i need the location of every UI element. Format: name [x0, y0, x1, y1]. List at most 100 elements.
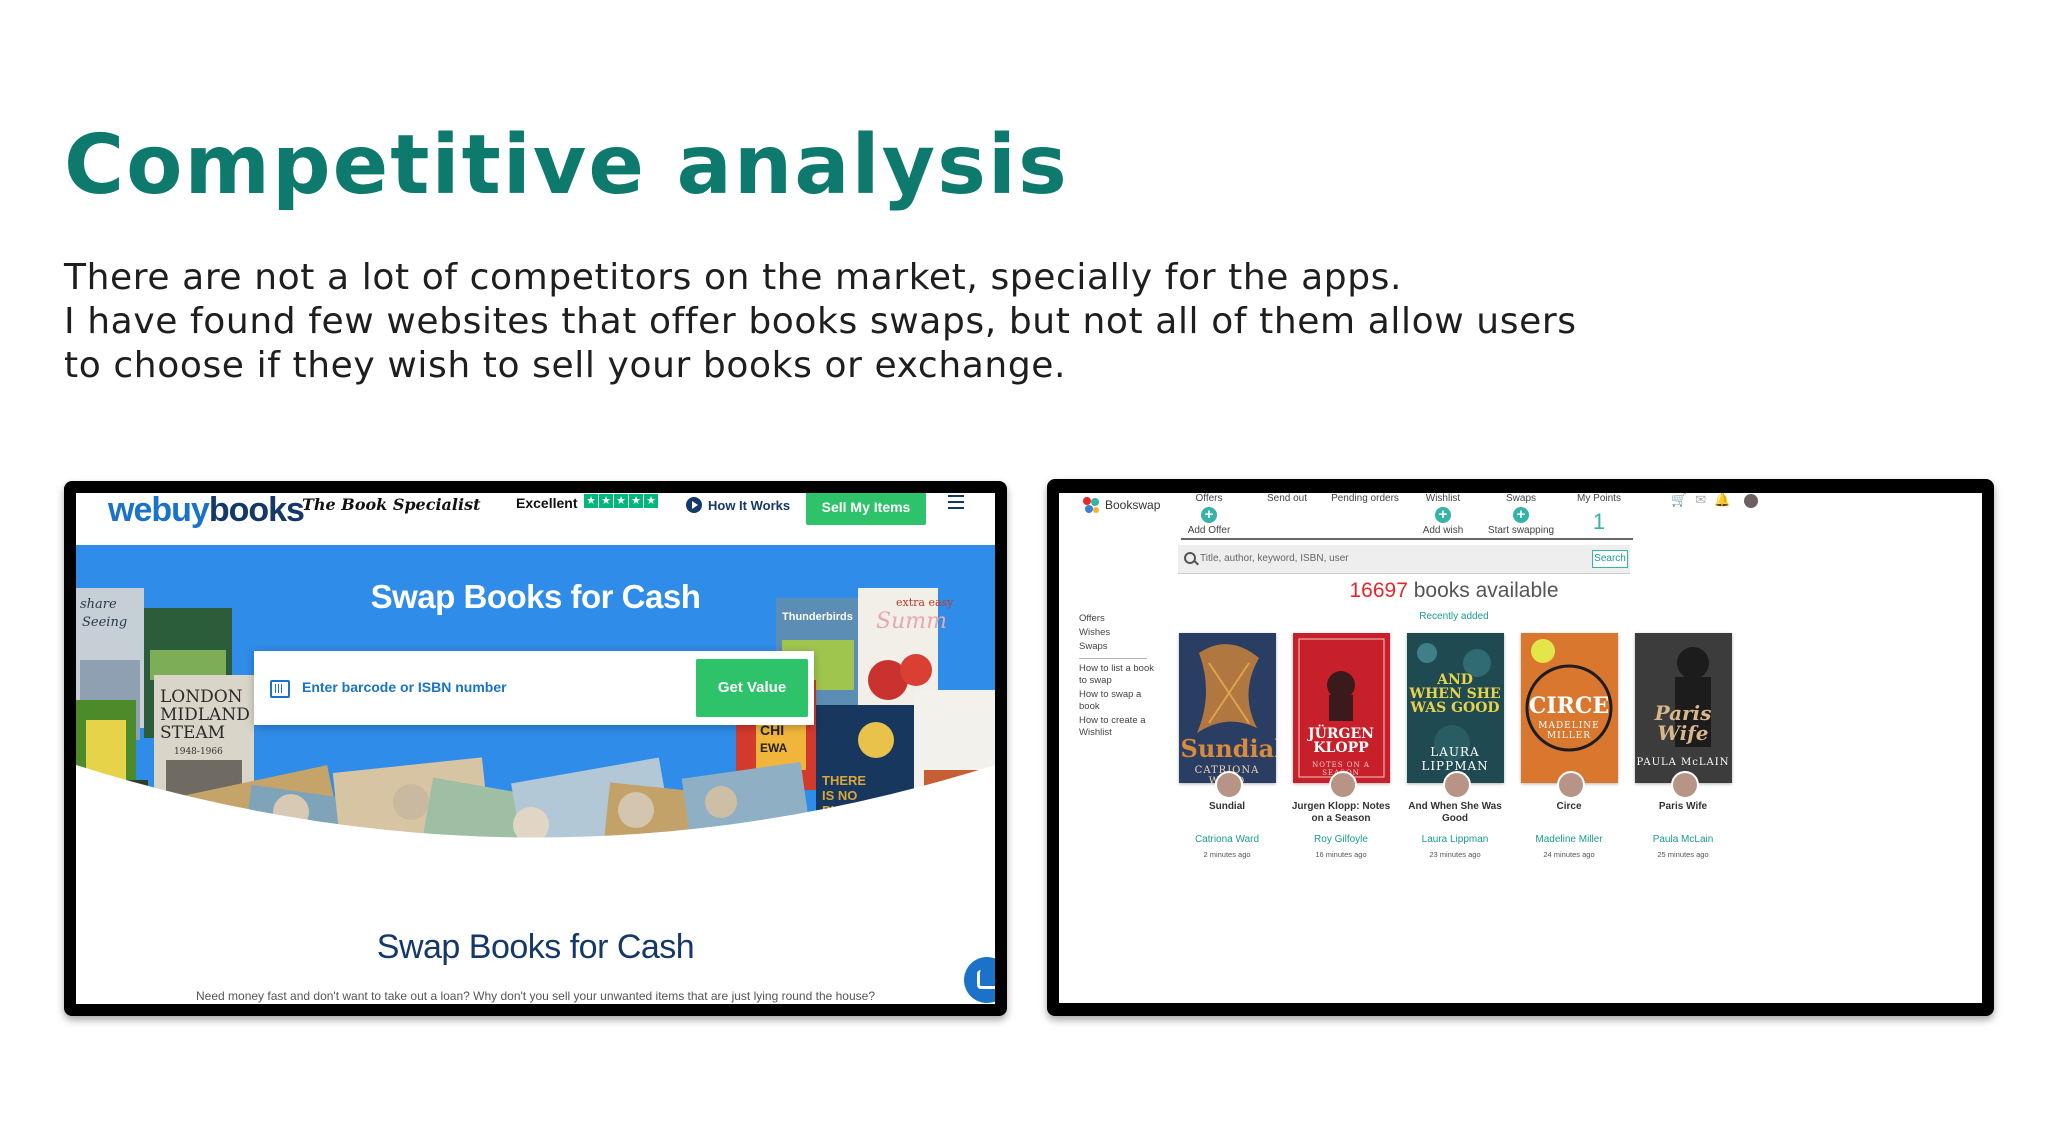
add-offer-icon[interactable]: + [1201, 507, 1217, 523]
barcode-search-input[interactable]: Enter barcode or ISBN number [302, 679, 507, 695]
top-right-icons: 🛒 ✉ 🔔 [1671, 493, 1759, 508]
sell-my-items-button[interactable]: Sell My Items [806, 493, 926, 525]
book-added-time: 23 minutes ago [1429, 850, 1481, 859]
barcode-search-box: Enter barcode or ISBN number Get Value [254, 651, 814, 725]
book-cover-image[interactable]: CIRCE MADELINE MILLER [1520, 633, 1618, 783]
webuybooks-logo[interactable]: webuybooks [108, 493, 305, 530]
logo-tagline: The Book Specialist [302, 495, 481, 514]
book-author[interactable]: Roy Gilfoyle [1285, 834, 1397, 845]
hero-title: Swap Books for Cash [370, 578, 701, 615]
add-offer-label[interactable]: Add Offer [1159, 525, 1259, 536]
bookswap-screenshot-frame: Bookswap Offers + Add Offer Send out Pen… [1047, 479, 1994, 1016]
trustpilot-stars: ★ ★ ★ ★ ★ [584, 494, 658, 508]
section-title: Swap Books for Cash [376, 928, 695, 966]
bookswap-logo-icon[interactable] [1081, 495, 1101, 515]
book-added-time: 24 minutes ago [1543, 850, 1595, 859]
books-available-count: 16697 books available [1059, 579, 1849, 603]
section-text: Need money fast and don't want to take o… [196, 989, 875, 1003]
cover-title: JÜRGEN KLOPP [1308, 726, 1374, 756]
how-it-works-link[interactable]: How It Works [686, 497, 790, 513]
cart-icon[interactable]: 🛒 [1671, 493, 1687, 508]
book-added-time: 16 minutes ago [1315, 850, 1367, 859]
message-icon[interactable]: ✉ [1695, 493, 1706, 508]
user-avatar[interactable] [1744, 493, 1759, 508]
book-author[interactable]: Madeline Miller [1513, 834, 1625, 845]
intro-line: There are not a lot of competitors on th… [64, 257, 1403, 298]
svg-text:MIDLAND: MIDLAND [160, 705, 250, 725]
bell-icon[interactable]: 🔔 [1714, 493, 1730, 508]
sidebar-item-offers[interactable]: Offers [1079, 612, 1159, 626]
svg-text:IS NO: IS NO [822, 788, 857, 803]
sidebar-divider [1079, 658, 1147, 659]
bookswap-search-bar: Title, author, keyword, ISBN, user Searc… [1178, 545, 1630, 574]
book-card[interactable]: JÜRGEN KLOPP NOTES ON A SEASON Jurgen Kl… [1285, 633, 1397, 859]
book-card[interactable]: Sundial CATRIONA WARD Sundial Catriona W… [1171, 633, 1283, 859]
cover-title: CIRCE [1528, 693, 1610, 719]
search-icon [1184, 552, 1196, 564]
search-button[interactable]: Search [1592, 550, 1628, 568]
book-title[interactable]: Jurgen Klopp: Notes on a Season [1285, 801, 1397, 831]
book-author[interactable]: Paula McLain [1627, 834, 1739, 845]
book-cover-image[interactable]: AND WHEN SHE WAS GOOD LAURA LIPPMAN [1406, 633, 1504, 783]
bookswap-search-input[interactable]: Title, author, keyword, ISBN, user [1200, 553, 1349, 564]
book-added-time: 2 minutes ago [1203, 850, 1251, 859]
book-title[interactable]: Sundial [1171, 801, 1283, 831]
nav-underline [1181, 538, 1633, 540]
book-title[interactable]: Circe [1513, 801, 1625, 831]
logo-part-webuy: webuy [108, 493, 210, 529]
sidebar-link-create-wishlist[interactable]: How to create a Wishlist [1079, 715, 1159, 739]
svg-text:EWA: EWA [760, 741, 788, 755]
book-card[interactable]: Paris Wife PAULA McLAIN Paris Wife Paula… [1627, 633, 1739, 859]
star-icon: ★ [644, 494, 658, 508]
barcode-icon [270, 680, 290, 698]
sidebar-link-list-book[interactable]: How to list a book to swap [1079, 663, 1159, 687]
owner-avatar[interactable] [1215, 771, 1243, 799]
how-it-works-label: How It Works [708, 497, 791, 513]
book-title[interactable]: Paris Wife [1627, 801, 1739, 831]
owner-avatar[interactable] [1671, 771, 1699, 799]
recently-added-link[interactable]: Recently added [1059, 611, 1849, 622]
nav-my-points[interactable]: My Points 1 [1549, 493, 1649, 535]
book-title[interactable]: And When She Was Good [1399, 801, 1511, 831]
owner-avatar[interactable] [1443, 771, 1471, 799]
slide-title: Competitive analysis [64, 118, 1069, 213]
book-card[interactable]: AND WHEN SHE WAS GOOD LAURA LIPPMAN And … [1399, 633, 1511, 859]
start-swapping-icon[interactable]: + [1513, 507, 1529, 523]
svg-text:THERE: THERE [822, 773, 866, 788]
webuybooks-header: webuybooks The Book Specialist Excellent… [76, 493, 995, 545]
trust-rating-label: Excellent [516, 495, 578, 511]
logo-part-books: books [208, 493, 305, 529]
get-value-button[interactable]: Get Value [696, 659, 808, 717]
sidebar-item-wishes[interactable]: Wishes [1079, 626, 1159, 640]
hamburger-menu-icon[interactable] [948, 495, 964, 513]
cover-title: Paris Wife [1654, 701, 1712, 745]
owner-avatar[interactable] [1329, 771, 1357, 799]
book-card[interactable]: CIRCE MADELINE MILLER Circe Madeline Mil… [1513, 633, 1625, 859]
svg-text:1948-1966: 1948-1966 [174, 747, 223, 757]
book-author[interactable]: Laura Lippman [1399, 834, 1511, 845]
sidebar-link-swap-book[interactable]: How to swap a book [1079, 689, 1159, 713]
star-icon: ★ [599, 494, 613, 508]
owner-avatar[interactable] [1557, 771, 1585, 799]
add-wish-icon[interactable]: + [1435, 507, 1451, 523]
book-cover-image[interactable]: Paris Wife PAULA McLAIN [1634, 633, 1732, 783]
intro-line: to choose if they wish to sell your book… [64, 345, 1067, 386]
star-icon: ★ [584, 494, 598, 508]
my-points-value: 1 [1592, 509, 1606, 534]
webuybooks-screenshot-frame: LONDON MIDLAND STEAM 1948-1966 ort tudie… [64, 481, 1007, 1016]
svg-text:LONDON: LONDON [160, 687, 243, 707]
slide-intro: There are not a lot of competitors on th… [64, 256, 1624, 388]
book-cover-image[interactable]: Sundial CATRIONA WARD [1178, 633, 1276, 783]
book-cover-image[interactable]: JÜRGEN KLOPP NOTES ON A SEASON [1292, 633, 1390, 783]
book-author[interactable]: Catriona Ward [1171, 834, 1283, 845]
star-icon: ★ [629, 494, 643, 508]
cover-author: MADELINE MILLER [1538, 721, 1600, 741]
intro-line: I have found few websites that offer boo… [64, 301, 1577, 342]
sidebar-item-swaps[interactable]: Swaps [1079, 640, 1159, 654]
svg-text:STEAM: STEAM [160, 723, 225, 743]
cover-title: AND WHEN SHE WAS GOOD [1409, 672, 1501, 716]
svg-text:Seeing: Seeing [82, 615, 127, 630]
book-added-time: 25 minutes ago [1657, 850, 1709, 859]
bookswap-logo-text[interactable]: Bookswap [1105, 498, 1160, 512]
webuybooks-screen: LONDON MIDLAND STEAM 1948-1966 ort tudie… [76, 493, 995, 1004]
